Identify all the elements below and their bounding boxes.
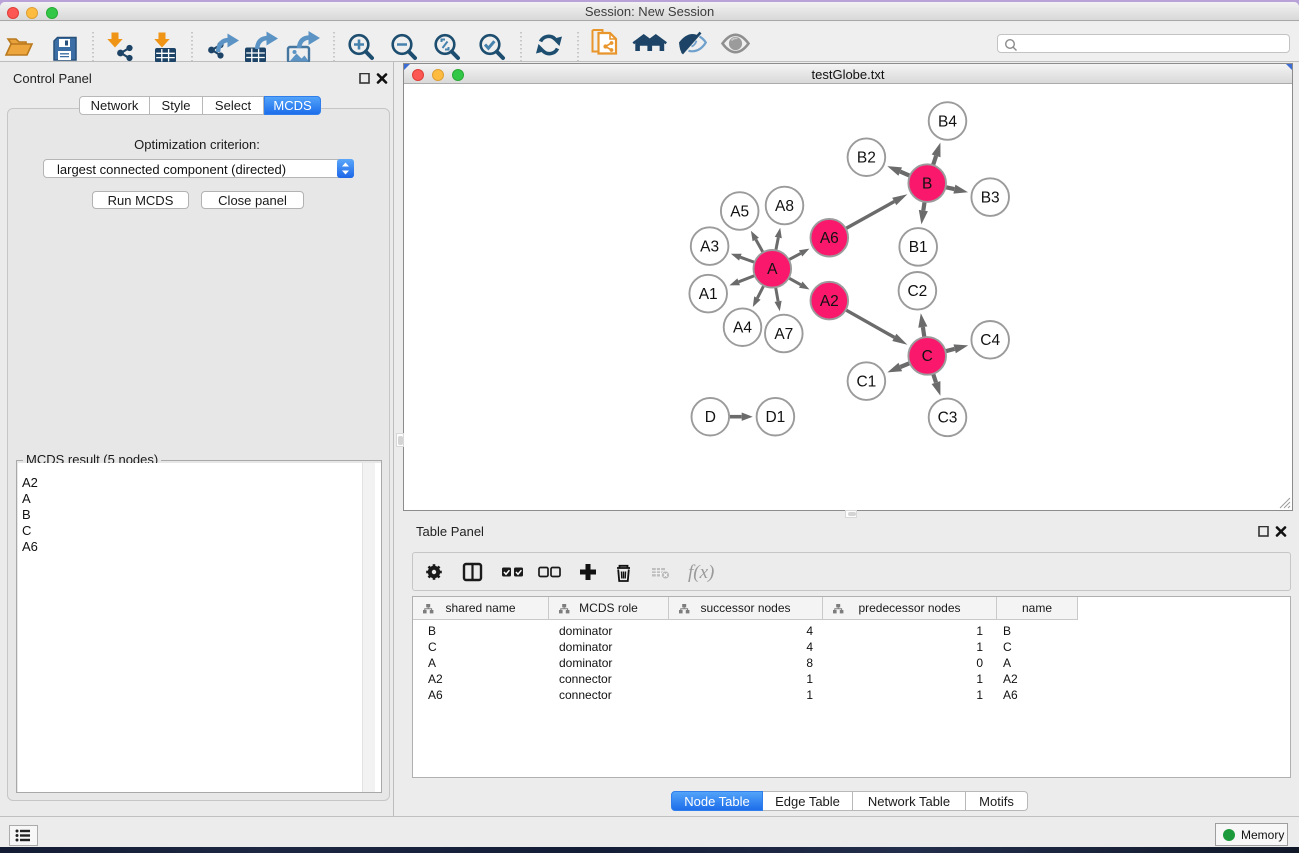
svg-text:A8: A8 [775,198,794,215]
svg-text:D1: D1 [765,409,785,426]
svg-text:f(x): f(x) [688,562,714,583]
svg-text:A6: A6 [820,230,839,247]
svg-text:C: C [922,348,933,365]
svg-text:A: A [767,261,778,278]
svg-text:C4: C4 [980,332,1000,349]
svg-text:A3: A3 [700,238,719,255]
svg-text:A7: A7 [774,326,793,343]
svg-text:B4: B4 [938,113,957,130]
svg-text:B2: B2 [857,150,876,167]
svg-text:B3: B3 [981,189,1000,206]
svg-text:B1: B1 [909,239,928,256]
svg-text:C2: C2 [907,283,927,300]
svg-text:A2: A2 [820,293,839,310]
svg-text:A1: A1 [699,286,718,303]
svg-text:A4: A4 [733,320,752,337]
svg-text:A5: A5 [730,203,749,220]
svg-text:C3: C3 [938,410,958,427]
svg-text:C1: C1 [856,373,876,390]
svg-text:D: D [705,409,716,426]
svg-text:B: B [922,175,932,192]
